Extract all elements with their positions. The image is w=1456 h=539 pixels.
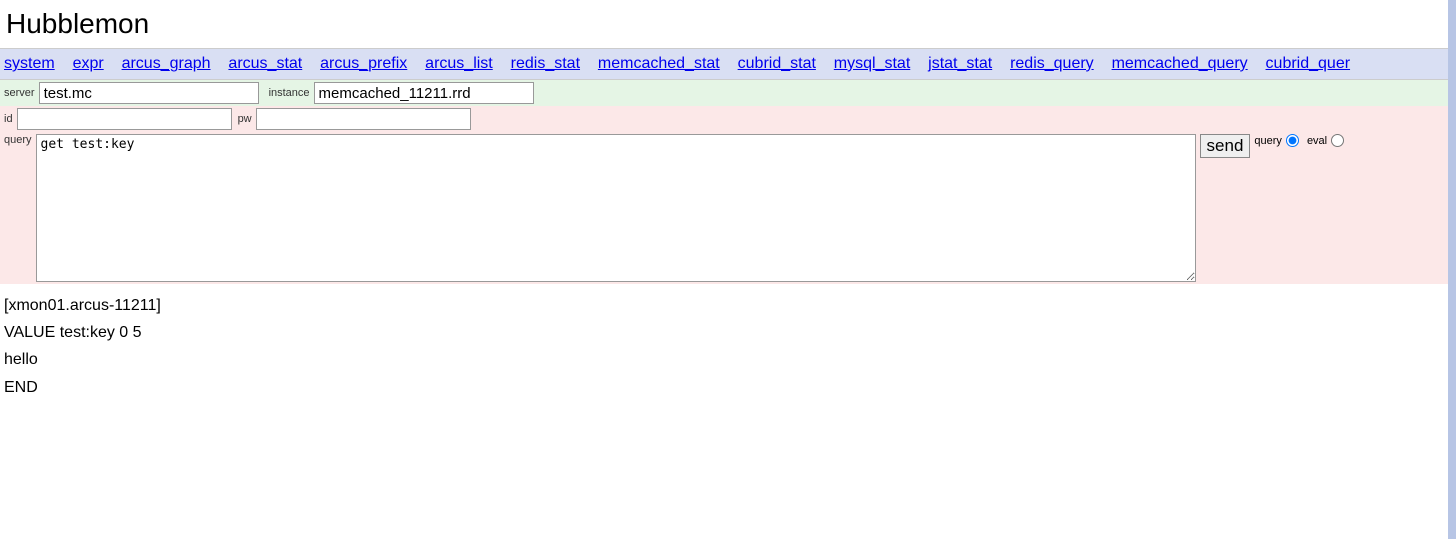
radio-eval-label: eval: [1307, 135, 1327, 147]
nav-link-redis-query[interactable]: redis_query: [1010, 55, 1094, 72]
nav-link-arcus-prefix[interactable]: arcus_prefix: [320, 55, 407, 72]
nav-link-memcached-stat[interactable]: memcached_stat: [598, 55, 720, 72]
pw-label: pw: [238, 113, 252, 125]
server-input[interactable]: [39, 82, 259, 104]
instance-input[interactable]: [314, 82, 534, 104]
radio-query[interactable]: [1286, 134, 1299, 147]
nav-link-system[interactable]: system: [4, 55, 55, 72]
id-label: id: [4, 113, 13, 125]
send-button[interactable]: send: [1200, 134, 1251, 158]
scrollbar-track[interactable]: [1448, 0, 1456, 539]
page-title: Hubblemon: [0, 0, 1456, 48]
nav-link-memcached-query[interactable]: memcached_query: [1112, 55, 1248, 72]
server-row: server instance: [0, 80, 1456, 106]
instance-label: instance: [269, 87, 310, 99]
nav-link-redis-stat[interactable]: redis_stat: [511, 55, 580, 72]
nav-link-cubrid-query[interactable]: cubrid_quer: [1266, 55, 1351, 72]
server-label: server: [4, 87, 35, 99]
credentials-row: id pw: [0, 106, 1456, 132]
query-textarea[interactable]: [36, 134, 1196, 282]
nav-link-arcus-list[interactable]: arcus_list: [425, 55, 493, 72]
nav-link-cubrid-stat[interactable]: cubrid_stat: [738, 55, 816, 72]
nav-link-mysql-stat[interactable]: mysql_stat: [834, 55, 910, 72]
id-input[interactable]: [17, 108, 232, 130]
query-row: query send query eval: [0, 132, 1456, 284]
nav-link-arcus-stat[interactable]: arcus_stat: [228, 55, 302, 72]
radio-group: query eval: [1254, 134, 1352, 147]
pw-input[interactable]: [256, 108, 471, 130]
nav-link-expr[interactable]: expr: [73, 55, 104, 72]
query-label: query: [4, 134, 32, 146]
radio-eval[interactable]: [1331, 134, 1344, 147]
radio-query-label: query: [1254, 135, 1282, 147]
nav-bar: system expr arcus_graph arcus_stat arcus…: [0, 48, 1456, 80]
nav-link-arcus-graph[interactable]: arcus_graph: [122, 55, 211, 72]
result-output: [xmon01.arcus-11211] VALUE test:key 0 5 …: [0, 284, 1456, 409]
nav-link-jstat-stat[interactable]: jstat_stat: [928, 55, 992, 72]
